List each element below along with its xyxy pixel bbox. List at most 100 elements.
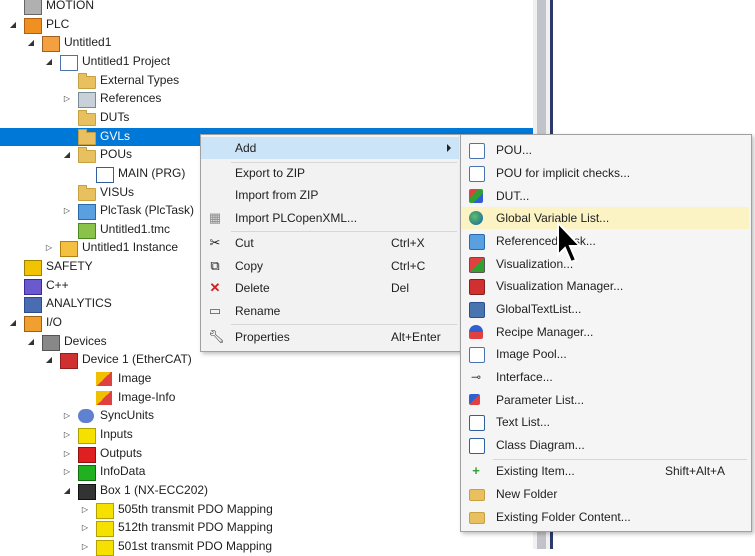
tree-item[interactable]: External Types <box>0 72 533 91</box>
image-icon <box>96 372 112 386</box>
project-icon <box>60 54 78 71</box>
collapse-arrow-icon[interactable]: ◢ <box>62 150 72 160</box>
tree-item[interactable]: ▷ SyncUnits <box>0 407 533 426</box>
tree-item-label: Untitled1.tmc <box>100 221 171 236</box>
menu-item-copy-shortcut: Ctrl+C <box>391 259 426 273</box>
collapse-arrow-icon[interactable]: ◢ <box>62 486 72 496</box>
submenu-item-new-folder-label: New Folder <box>496 487 558 501</box>
tree-item[interactable]: ▷ 505th transmit PDO Mapping <box>0 501 533 520</box>
tree-item-label: I/O <box>46 315 63 330</box>
submenu-item-existing-item-label: Existing Item... <box>496 464 575 478</box>
submenu-item-existing-folder-label: Existing Folder Content... <box>496 510 631 524</box>
expand-arrow-icon[interactable]: ▷ <box>80 505 90 515</box>
menu-item-cut-shortcut: Ctrl+X <box>391 236 425 250</box>
task-icon <box>78 204 96 221</box>
submenu-item-interface[interactable]: ⊸ Interface... <box>461 366 749 388</box>
menu-item-properties-label: Properties <box>235 330 290 344</box>
submenu-item-pou[interactable]: POU... <box>461 139 749 161</box>
interface-icon: ⊸ <box>470 370 482 384</box>
tree-item-label: Untitled1 Project <box>82 53 171 68</box>
tree-item[interactable]: Image-Info <box>0 389 533 408</box>
menu-item-import-zip[interactable]: Import from ZIP <box>201 184 459 206</box>
submenu-item-existing-item[interactable]: + Existing Item... Shift+Alt+A <box>461 460 749 482</box>
inputs-icon <box>78 427 96 444</box>
submenu-item-class-diagram[interactable]: Class Diagram... <box>461 434 749 456</box>
visualization-manager-icon <box>469 279 485 295</box>
expand-arrow-icon[interactable]: ▷ <box>62 94 72 104</box>
menu-item-add[interactable]: Add <box>201 137 459 159</box>
dut-icon <box>469 189 483 203</box>
tree-item[interactable]: ▷ References <box>0 90 533 109</box>
tree-item[interactable]: MOTION <box>0 0 533 16</box>
pou-icon <box>469 143 485 159</box>
expand-arrow-icon[interactable]: ▷ <box>80 542 90 552</box>
menu-item-export-zip[interactable]: Export to ZIP <box>201 162 459 184</box>
tree-item[interactable]: ▷ 501st transmit PDO Mapping <box>0 538 533 556</box>
copy-icon: ⧉ <box>210 258 220 273</box>
tree-item[interactable]: ◢ Box 1 (NX-ECC202) <box>0 482 533 501</box>
submenu-item-pou-implicit[interactable]: POU for implicit checks... <box>461 162 749 184</box>
submenu-item-dut[interactable]: DUT... <box>461 185 749 207</box>
tree-item[interactable]: ▷ Outputs <box>0 445 533 464</box>
tree-item[interactable]: ◢ PLC <box>0 16 533 35</box>
menu-item-properties[interactable]: 🔧︎ Properties Alt+Enter <box>201 326 459 348</box>
tree-item[interactable]: ◢ Untitled1 <box>0 34 533 53</box>
menu-item-delete[interactable]: ✕ Delete Del <box>201 277 459 299</box>
expand-arrow-icon[interactable]: ▷ <box>62 430 72 440</box>
submenu-item-global-text-list[interactable]: GlobalTextList... <box>461 298 749 320</box>
submenu-item-image-pool[interactable]: Image Pool... <box>461 343 749 365</box>
submenu-item-visualization[interactable]: Visualization... <box>461 253 749 275</box>
submenu-item-text-list[interactable]: Text List... <box>461 411 749 433</box>
menu-item-copy-label: Copy <box>235 259 264 273</box>
collapse-arrow-icon[interactable]: ◢ <box>26 38 36 48</box>
submenu-item-existing-folder[interactable]: Existing Folder Content... <box>461 506 749 528</box>
menu-item-cut[interactable]: ✂ Cut Ctrl+X <box>201 232 459 254</box>
tree-item-label: Untitled1 Instance <box>82 240 179 255</box>
collapse-arrow-icon[interactable]: ◢ <box>8 20 18 30</box>
tree-item-label: 501st transmit PDO Mapping <box>118 538 273 553</box>
tree-item[interactable]: ▷ 512th transmit PDO Mapping <box>0 519 533 538</box>
tree-item[interactable]: Image <box>0 370 533 389</box>
collapse-arrow-icon[interactable]: ◢ <box>44 355 54 365</box>
submenu-item-dut-label: DUT... <box>496 189 530 203</box>
tmc-icon <box>78 222 96 239</box>
tree-item-label: References <box>100 91 162 106</box>
expand-arrow-icon[interactable]: ▷ <box>62 206 72 216</box>
collapse-arrow-icon[interactable]: ◢ <box>26 337 36 347</box>
menu-item-rename[interactable]: ▭ Rename <box>201 300 459 322</box>
referenced-task-icon <box>469 234 485 250</box>
tree-item[interactable]: ▷ InfoData <box>0 463 533 482</box>
expand-arrow-icon[interactable]: ▷ <box>62 449 72 459</box>
expand-arrow-icon[interactable]: ▷ <box>44 243 54 253</box>
submenu-item-interface-label: Interface... <box>496 370 553 384</box>
outputs-icon <box>78 446 96 463</box>
collapse-arrow-icon[interactable]: ◢ <box>8 318 18 328</box>
tree-item-label: MAIN (PRG) <box>118 165 186 180</box>
tree-item[interactable]: DUTs <box>0 109 533 128</box>
tree-item[interactable]: ◢ Device 1 (EtherCAT) <box>0 351 533 370</box>
submenu-item-new-folder[interactable]: New Folder <box>461 483 749 505</box>
tree-item-label: Image-Info <box>118 389 176 404</box>
menu-item-import-plcopen[interactable]: ▦ Import PLCopenXML... <box>201 207 459 229</box>
class-diagram-icon <box>469 438 485 454</box>
submenu-item-recipe-manager[interactable]: Recipe Manager... <box>461 321 749 343</box>
add-submenu: POU... POU for implicit checks... DUT...… <box>460 134 752 532</box>
menu-item-copy[interactable]: ⧉ Copy Ctrl+C <box>201 255 459 277</box>
submenu-item-referenced-task[interactable]: Referenced Task... <box>461 230 749 252</box>
expand-arrow-icon[interactable]: ▷ <box>62 411 72 421</box>
tree-item-label: 505th transmit PDO Mapping <box>118 501 273 516</box>
tree-item-label: C++ <box>46 277 69 292</box>
scissors-icon: ✂ <box>209 235 221 250</box>
expand-arrow-icon[interactable]: ▷ <box>80 523 90 533</box>
submenu-item-pou-label: POU... <box>496 143 533 157</box>
tree-item[interactable]: ▷ Inputs <box>0 426 533 445</box>
submenu-item-visualization-manager-label: Visualization Manager... <box>496 279 624 293</box>
submenu-item-visualization-manager[interactable]: Visualization Manager... <box>461 275 749 297</box>
collapse-arrow-icon[interactable]: ◢ <box>44 57 54 67</box>
expand-arrow-icon[interactable]: ▷ <box>62 467 72 477</box>
plc-project-icon <box>42 36 60 53</box>
tree-item-label: External Types <box>100 72 180 87</box>
submenu-item-parameter-list[interactable]: Parameter List... <box>461 389 749 411</box>
submenu-item-gvl[interactable]: Global Variable List... <box>461 207 749 229</box>
tree-item[interactable]: ◢ Untitled1 Project <box>0 53 533 72</box>
